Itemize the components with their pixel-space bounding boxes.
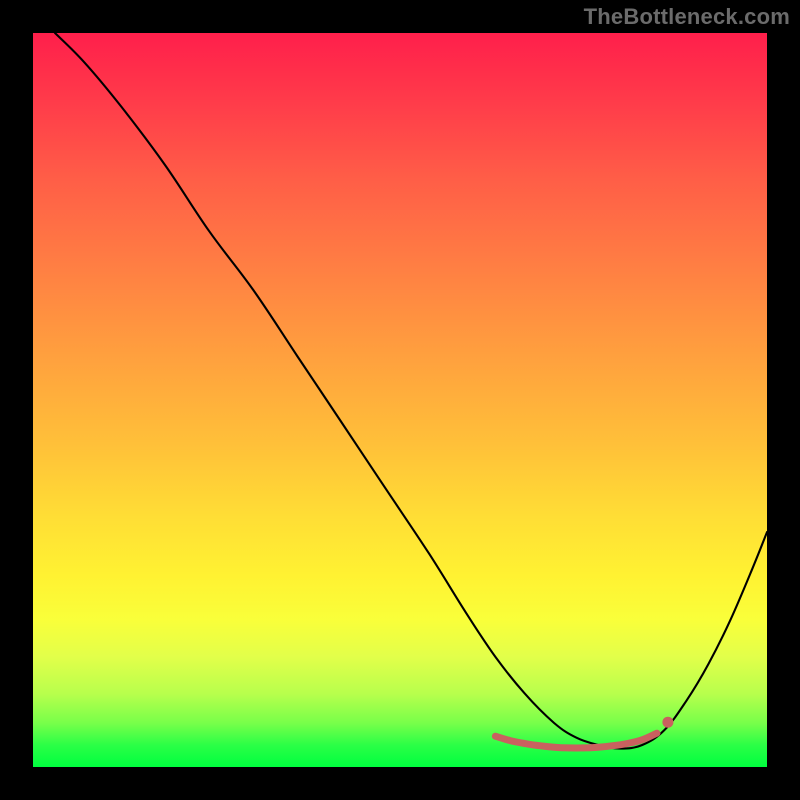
highlight-dot bbox=[566, 745, 573, 752]
highlight-dot bbox=[580, 745, 587, 752]
highlight-dot bbox=[639, 737, 646, 744]
highlight-dot bbox=[595, 744, 602, 751]
highlight-dot bbox=[492, 733, 499, 740]
highlight-dot bbox=[536, 742, 543, 749]
highlight-dot bbox=[654, 730, 661, 737]
chart-svg bbox=[33, 33, 767, 767]
highlight-line bbox=[495, 733, 657, 748]
watermark-text: TheBottleneck.com bbox=[584, 4, 790, 30]
highlight-end-dot bbox=[662, 717, 673, 728]
chart-frame: TheBottleneck.com bbox=[0, 0, 800, 800]
highlight-dot bbox=[551, 744, 558, 751]
plot-area bbox=[33, 33, 767, 767]
highlight-dot bbox=[507, 737, 514, 744]
highlight-dot bbox=[610, 742, 617, 749]
highlight-dot bbox=[522, 740, 529, 747]
curve-line bbox=[55, 33, 767, 749]
highlight-dot bbox=[624, 740, 631, 747]
